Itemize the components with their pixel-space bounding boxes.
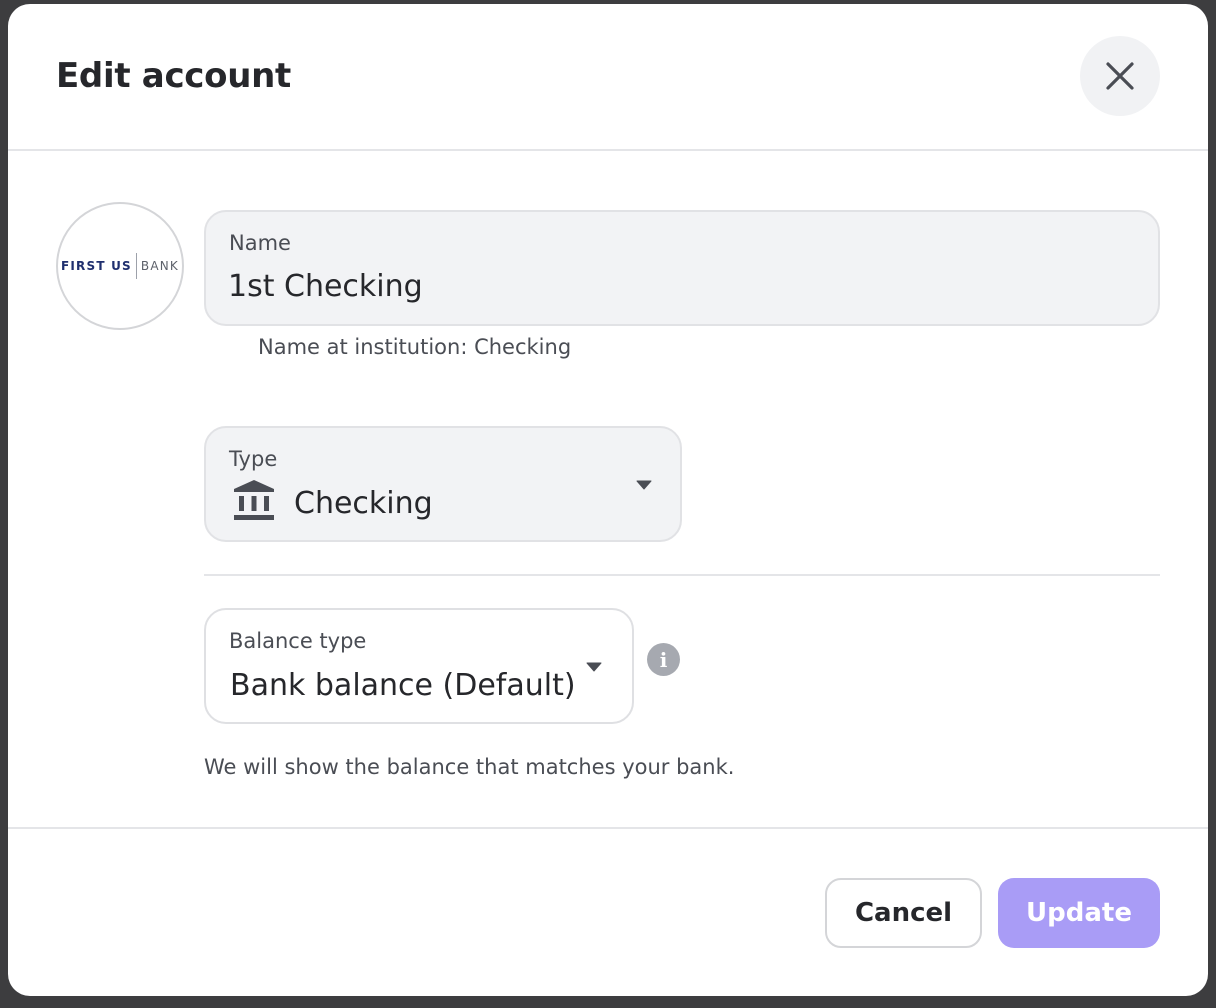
close-icon: [1106, 62, 1134, 90]
logo-separator: [135, 253, 137, 279]
close-button[interactable]: [1080, 36, 1160, 116]
name-field[interactable]: Name: [204, 210, 1160, 326]
balance-type-value: Bank balance (Default): [230, 668, 576, 703]
name-label: Name: [229, 231, 291, 255]
cancel-button[interactable]: Cancel: [825, 878, 982, 948]
edit-account-dialog: Edit account FIRST US BANK Name Name at …: [8, 4, 1208, 996]
type-value: Checking: [294, 486, 433, 521]
footer-divider: [8, 827, 1208, 829]
chevron-down-icon: [586, 662, 602, 672]
type-select[interactable]: Type Checking: [204, 426, 682, 542]
logo-bank: BANK: [140, 259, 179, 273]
balance-type-label: Balance type: [229, 629, 367, 653]
logo-first-us: FIRST US: [61, 259, 132, 273]
name-input[interactable]: [228, 266, 1128, 306]
type-label: Type: [229, 447, 278, 471]
balance-type-select[interactable]: Balance type Bank balance (Default): [204, 608, 634, 724]
update-button[interactable]: Update: [998, 878, 1160, 948]
info-icon[interactable]: i: [647, 643, 680, 676]
dialog-title: Edit account: [56, 56, 291, 96]
section-divider: [204, 574, 1160, 576]
bank-icon: [234, 480, 274, 520]
institution-name-helper: Name at institution: Checking: [258, 335, 572, 359]
chevron-down-icon: [636, 480, 652, 490]
institution-logo: FIRST US BANK: [56, 202, 184, 330]
dialog-header: Edit account: [8, 4, 1208, 151]
balance-type-description: We will show the balance that matches yo…: [204, 755, 735, 779]
